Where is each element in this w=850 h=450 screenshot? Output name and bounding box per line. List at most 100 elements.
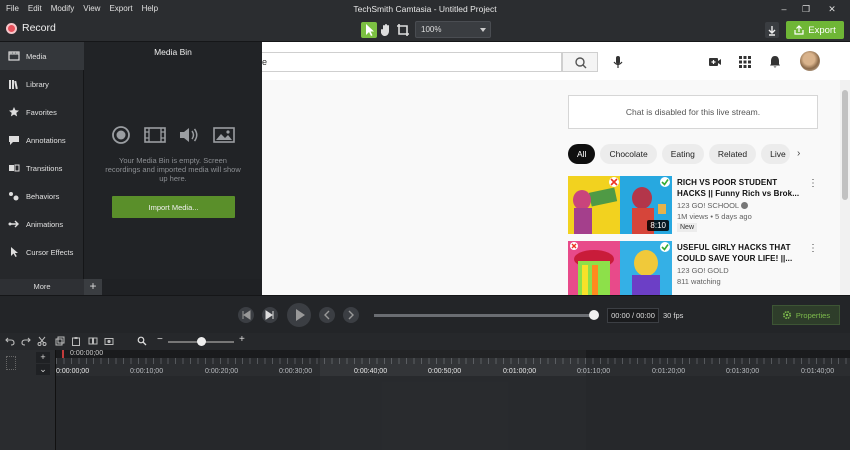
video-channel[interactable]: 123 GO! GOLD	[677, 266, 729, 275]
minimize-button[interactable]: –	[777, 3, 791, 15]
track-band	[586, 376, 850, 450]
title-bar: File Edit Modify View Export Help TechSm…	[0, 0, 850, 18]
video-thumbnail[interactable]: 8:10	[568, 176, 672, 234]
cursor-icon	[11, 247, 18, 257]
scrollbar[interactable]	[840, 80, 850, 295]
ruler-label: 0:01:30;00	[726, 368, 760, 375]
timecode-display: 00:00 / 00:00	[607, 308, 659, 323]
sidebar-item-label: Transitions	[26, 163, 63, 173]
import-media-button[interactable]: Import Media...	[112, 196, 235, 218]
sidebar-item-annotations[interactable]: Annotations	[0, 126, 84, 154]
zoom-out-button[interactable]: −	[157, 334, 163, 345]
download-icon	[768, 26, 776, 36]
video-title[interactable]: RICH VS POOR STUDENT HACKS || Funny Rich…	[677, 177, 802, 199]
scrub-bar[interactable]	[374, 314, 596, 317]
cut-icon[interactable]	[37, 336, 47, 346]
media-bin-panel: Media Bin Your Media Bin is empty. Scree…	[84, 42, 262, 279]
export-label: Export	[808, 24, 836, 36]
bell-icon[interactable]	[768, 55, 782, 69]
video-item[interactable]: 8:10 RICH VS POOR STUDENT HACKS || Funny…	[568, 176, 818, 236]
sidebar-item-favorites[interactable]: Favorites	[0, 98, 84, 126]
create-video-icon[interactable]	[708, 55, 722, 69]
track-handle[interactable]	[6, 356, 16, 370]
chevron-left-icon	[324, 310, 330, 320]
paste-icon[interactable]	[71, 336, 81, 346]
chip-related[interactable]: Related	[708, 144, 757, 164]
chat-disabled-notice: Chat is disabled for this live stream.	[568, 95, 818, 129]
step-forward-button[interactable]	[262, 307, 278, 323]
add-tab-button[interactable]: +	[84, 279, 102, 295]
more-button[interactable]: More	[0, 282, 84, 291]
play-icon	[296, 309, 305, 321]
export-button[interactable]: Export	[786, 21, 844, 39]
thumbnail-image	[568, 241, 672, 295]
previous-marker-button[interactable]	[319, 307, 335, 323]
sidebar-item-transitions[interactable]: Transitions	[0, 154, 84, 182]
scrub-handle[interactable]	[589, 310, 599, 320]
avatar[interactable]	[800, 51, 820, 71]
ruler-label: 0:00:10;00	[130, 368, 164, 375]
split-icon[interactable]	[88, 336, 98, 346]
zoom-dropdown[interactable]: 100%	[415, 21, 491, 38]
video-title[interactable]: USEFUL GIRLY HACKS THAT COULD SAVE YOUR …	[677, 242, 802, 264]
video-meta: 1M views • 5 days ago	[677, 212, 752, 221]
timeline-zoom-handle[interactable]	[197, 337, 206, 346]
sidebar-item-media[interactable]: Media	[0, 42, 84, 70]
maximize-button[interactable]: ❐	[799, 3, 813, 15]
sidebar-item-label: Library	[26, 79, 49, 89]
chip-live[interactable]: Live	[761, 144, 790, 164]
media-type-icons	[111, 125, 235, 145]
new-badge: New	[677, 223, 698, 232]
zoom-in-button[interactable]: +	[239, 334, 245, 345]
chevron-right-icon[interactable]: ›	[797, 148, 807, 160]
sidebar-item-animations[interactable]: Animations	[0, 210, 84, 238]
step-back-button[interactable]	[238, 307, 254, 323]
star-icon	[9, 107, 19, 117]
sidebar-item-label: Behaviors	[26, 191, 60, 201]
download-button[interactable]	[765, 22, 779, 38]
verified-icon	[740, 202, 748, 209]
video-channel[interactable]: 123 GO! SCHOOL	[677, 201, 748, 210]
crop-tool-button[interactable]	[395, 22, 411, 38]
snapshot-icon[interactable]	[104, 336, 114, 346]
film-icon	[143, 127, 166, 143]
scrollbar-thumb[interactable]	[842, 90, 848, 200]
redo-icon[interactable]	[21, 336, 31, 346]
sidebar-item-cursor-effects[interactable]: Cursor Effects	[0, 238, 84, 266]
close-button[interactable]: ✕	[825, 3, 839, 15]
undo-icon[interactable]	[5, 336, 15, 346]
search-input[interactable]: e	[262, 52, 562, 72]
transitions-icon	[9, 164, 20, 172]
sidebar-item-library[interactable]: Library	[0, 70, 84, 98]
microphone-icon[interactable]	[611, 55, 625, 69]
copy-icon[interactable]	[55, 336, 65, 346]
video-thumbnail[interactable]	[568, 241, 672, 295]
magnifier-icon[interactable]	[137, 336, 147, 346]
select-tool-button[interactable]	[361, 22, 377, 38]
library-icon	[9, 80, 18, 90]
crop-icon	[397, 24, 409, 36]
video-item[interactable]: USEFUL GIRLY HACKS THAT COULD SAVE YOUR …	[568, 241, 818, 295]
ruler-label: 0:00:00;00	[56, 368, 90, 375]
apps-grid-icon[interactable]	[738, 55, 752, 69]
chip-eating[interactable]: Eating	[661, 144, 704, 164]
chip-chocolate[interactable]: Chocolate	[600, 144, 657, 164]
record-circle-icon	[112, 126, 130, 144]
next-marker-button[interactable]	[343, 307, 359, 323]
audio-icon	[180, 128, 198, 142]
record-button[interactable]: Record	[6, 22, 56, 34]
collapse-tracks-button[interactable]: ⌄	[36, 364, 50, 375]
more-options-icon[interactable]: ⋮	[808, 243, 818, 254]
sidebar-item-behaviors[interactable]: Behaviors	[0, 182, 84, 210]
more-options-icon[interactable]: ⋮	[808, 178, 818, 189]
empty-media-message: Your Media Bin is empty. Screen recordin…	[105, 156, 241, 183]
play-button[interactable]	[287, 303, 311, 327]
add-track-button[interactable]: +	[36, 352, 50, 363]
pan-tool-button[interactable]	[378, 22, 394, 38]
preview-canvas[interactable]: e Chat is disabled for this live stream.…	[262, 42, 850, 295]
properties-button[interactable]: Properties	[772, 305, 840, 325]
search-button[interactable]	[562, 52, 598, 72]
chip-all[interactable]: All	[568, 144, 596, 164]
playhead-marker[interactable]	[62, 350, 64, 358]
sidebar-item-label: Cursor Effects	[26, 247, 74, 257]
